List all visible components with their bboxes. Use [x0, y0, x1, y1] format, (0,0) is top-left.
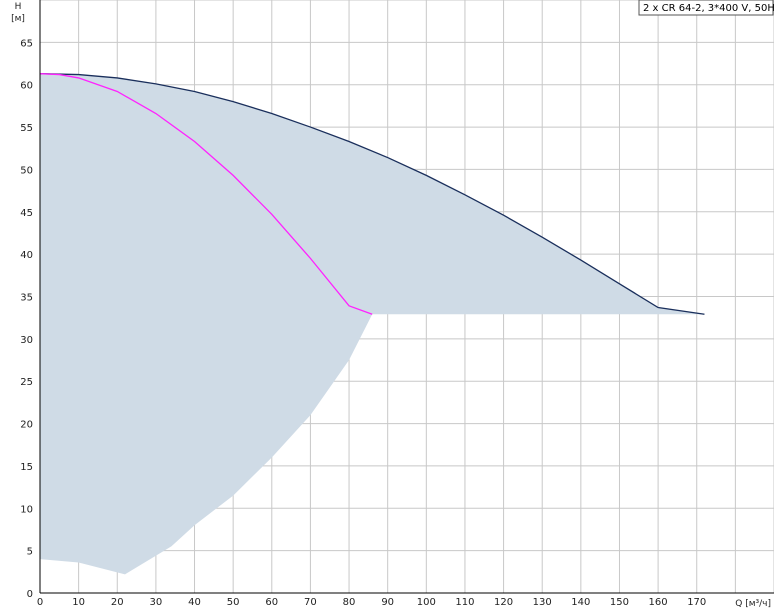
- x-tick-label: 110: [455, 597, 474, 608]
- x-axis-title: Q [м³/ч]: [735, 599, 771, 609]
- x-tick-label: 30: [150, 597, 163, 608]
- y-tick-label: 0: [27, 589, 33, 600]
- x-tick-label: 20: [111, 597, 124, 608]
- x-tick-label: 80: [343, 597, 356, 608]
- y-tick-label: 15: [20, 462, 33, 473]
- y-tick-label: 65: [20, 38, 33, 49]
- x-tick-label: 10: [72, 597, 85, 608]
- y-tick-label: 35: [20, 293, 33, 304]
- y-tick-label: 45: [20, 208, 33, 219]
- y-tick-label: 20: [20, 420, 33, 431]
- y-tick-label: 30: [20, 335, 33, 346]
- y-tick-label: 50: [20, 165, 33, 176]
- x-tick-label: 150: [610, 597, 629, 608]
- y-tick-label: 5: [27, 547, 33, 558]
- y-axis-title: H: [15, 2, 22, 12]
- x-tick-label: 90: [381, 597, 394, 608]
- y-tick-label: 10: [20, 504, 33, 515]
- x-tick-label: 100: [417, 597, 436, 608]
- y-tick-label: 25: [20, 377, 33, 388]
- x-tick-label: 120: [494, 597, 513, 608]
- x-tick-label: 40: [188, 597, 201, 608]
- y-tick-label: 55: [20, 123, 33, 134]
- pump-curve-chart: 0 10 20 30 40 50 60 70 80 90 100 110 120 130 140 150 160…: [11, 0, 774, 609]
- legend-entry: 2 x CR 64-2, 3*400 V, 50Hz: [643, 3, 774, 14]
- x-tick-label: 170: [687, 597, 706, 608]
- x-tick-label: 50: [227, 597, 240, 608]
- y-axis-unit: [м]: [11, 14, 25, 24]
- x-tick-label: 0: [37, 597, 43, 608]
- x-tick-label: 70: [304, 597, 317, 608]
- x-tick-label: 130: [533, 597, 552, 608]
- y-tick-label: 60: [20, 81, 33, 92]
- operating-area: [40, 73, 705, 575]
- x-tick-label: 60: [265, 597, 278, 608]
- y-tick-label: 40: [20, 250, 33, 261]
- x-tick-label: 140: [571, 597, 590, 608]
- x-tick-label: 160: [649, 597, 668, 608]
- legend-box: 2 x CR 64-2, 3*400 V, 50Hz: [638, 0, 774, 16]
